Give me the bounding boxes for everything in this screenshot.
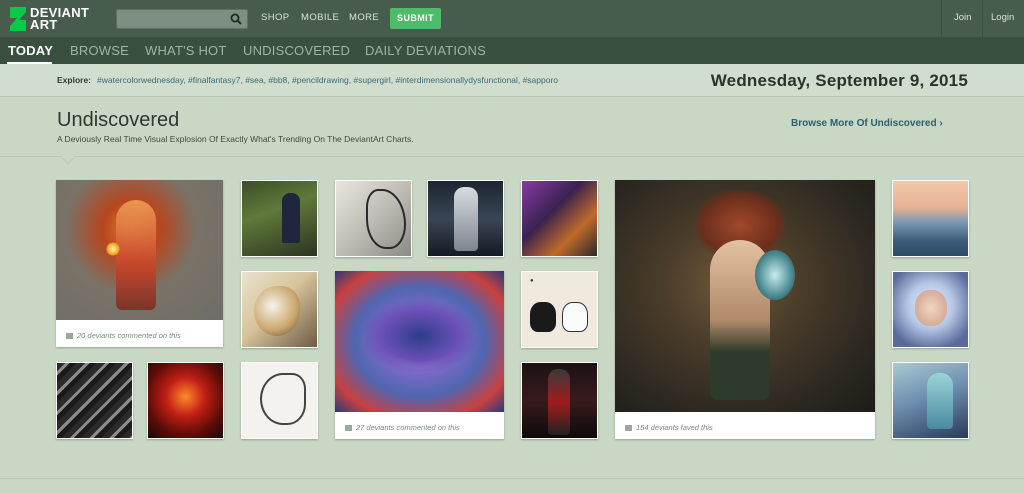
search-input[interactable] [116, 9, 248, 29]
explore-label: Explore: [57, 75, 92, 85]
comment-icon [345, 425, 352, 431]
figure-shape [282, 193, 300, 243]
sketch-shape [366, 189, 406, 249]
tab-browse[interactable]: BROWSE [70, 43, 129, 58]
deviation-thumbnail[interactable] [241, 271, 318, 348]
search-icon[interactable] [230, 13, 242, 25]
glow-shape [106, 242, 120, 256]
nav-mobile[interactable]: MOBILE [301, 12, 339, 23]
figure-shape [116, 200, 156, 310]
divider [941, 0, 942, 37]
figure-shape [927, 373, 953, 429]
face-shape [915, 290, 947, 326]
deviation-thumbnail[interactable] [147, 362, 224, 439]
deviation-thumbnail[interactable] [892, 180, 969, 257]
join-link[interactable]: Join [954, 12, 971, 23]
deviation-thumbnail[interactable] [615, 180, 875, 412]
dragon-shape [365, 301, 475, 371]
cat-white-shape [562, 302, 588, 332]
nav-shop[interactable]: SHOP [261, 12, 290, 23]
logo-text: DEVIANT ART [30, 5, 90, 32]
deviation-thumbnail[interactable] [241, 180, 318, 257]
submit-button[interactable]: SUBMIT [390, 8, 441, 29]
deviation-thumbnail[interactable] [56, 180, 223, 320]
tab-whats-hot[interactable]: WHAT'S HOT [145, 43, 227, 58]
nav-more[interactable]: MORE [349, 12, 379, 23]
deviation-thumbnail[interactable] [241, 362, 318, 439]
section-divider [0, 156, 1024, 157]
star-icon [625, 425, 632, 431]
deviation-thumbnail[interactable] [56, 362, 133, 439]
explore-bar: Explore: #watercolorwednesday, #finalfan… [0, 64, 1024, 97]
divider-notch-fill [61, 156, 75, 163]
deviantart-logo-icon [10, 7, 26, 31]
thumb-text-art: ● [530, 278, 534, 284]
browse-more-link[interactable]: Browse More Of Undiscovered › [791, 118, 943, 129]
divider [982, 0, 983, 37]
cat-shape [254, 286, 300, 336]
card-caption: 27 deviants commented on this [345, 423, 460, 432]
tab-undiscovered[interactable]: UNDISCOVERED [243, 43, 350, 58]
deviation-card[interactable]: 154 deviants faved this [615, 180, 875, 439]
deviation-card[interactable]: 27 deviants commented on this [335, 271, 504, 439]
footer-divider [0, 478, 1024, 479]
page-date: Wednesday, September 9, 2015 [710, 71, 968, 90]
figure-shape [454, 187, 478, 251]
tab-today[interactable]: TODAY [8, 43, 53, 58]
top-header: DEVIANT ART SHOP MOBILE MORE SUBMIT Join… [0, 0, 1024, 37]
figure-shape [548, 369, 570, 435]
cat-black-shape [530, 302, 556, 332]
deviantart-logo[interactable]: DEVIANT ART [8, 5, 100, 33]
login-link[interactable]: Login [991, 12, 1014, 23]
deviation-card[interactable]: 20 deviants commented on this [56, 180, 223, 347]
deviation-thumbnail[interactable] [335, 271, 504, 412]
deviation-thumbnail[interactable] [427, 180, 504, 257]
comment-icon [66, 333, 73, 339]
section-title: Undiscovered [57, 109, 180, 131]
mirror-shape [755, 250, 795, 300]
card-caption: 154 deviants faved this [625, 423, 713, 432]
tab-bar: TODAY BROWSE WHAT'S HOT UNDISCOVERED DAI… [0, 37, 1024, 64]
explore-tags[interactable]: #watercolorwednesday, #finalfantasy7, #s… [97, 75, 558, 85]
deviation-thumbnail[interactable] [892, 362, 969, 439]
card-caption: 20 deviants commented on this [66, 331, 181, 340]
tab-daily-deviations[interactable]: DAILY DEVIATIONS [365, 43, 486, 58]
deviation-thumbnail[interactable] [521, 362, 598, 439]
section-subtitle: A Deviously Real Time Visual Explosion O… [57, 134, 414, 144]
deviation-thumbnail[interactable] [521, 180, 598, 257]
sketch-shape [260, 373, 306, 425]
deviation-thumbnail[interactable] [335, 180, 412, 257]
deviation-thumbnail[interactable] [892, 271, 969, 348]
deviation-thumbnail[interactable]: ● [521, 271, 598, 348]
